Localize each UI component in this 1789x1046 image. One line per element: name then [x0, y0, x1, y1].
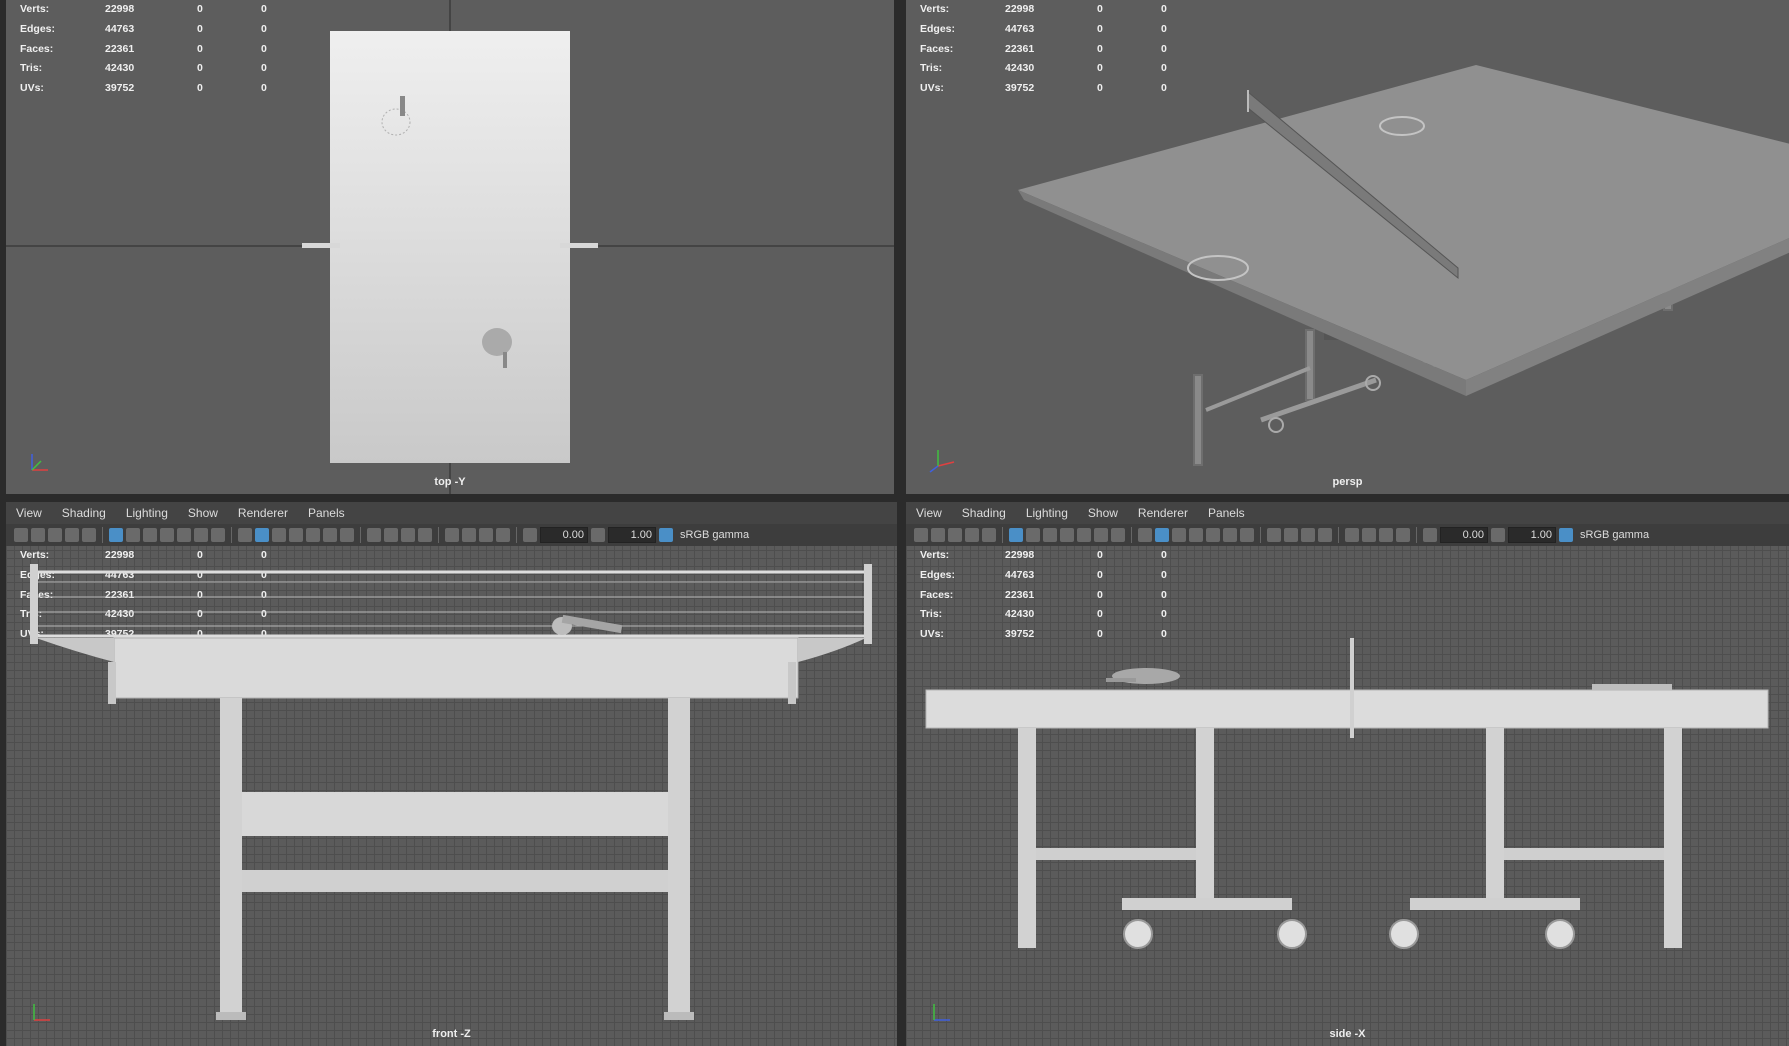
side-paddle-2	[1592, 684, 1672, 690]
front-view-scene	[30, 564, 872, 1020]
side-net-post	[1350, 638, 1354, 738]
viewport-divider-v[interactable]	[897, 0, 906, 1046]
side-view-scene	[925, 638, 1769, 949]
axis-indicator	[33, 1004, 50, 1021]
net-post-right	[560, 243, 598, 248]
front-leg-right	[668, 698, 690, 1016]
front-crossbar-top	[242, 792, 668, 836]
viewport-front[interactable]: View Shading Lighting Show Renderer Pane…	[6, 502, 897, 1046]
axis-indicator	[933, 1004, 950, 1021]
side-table-top	[925, 689, 1769, 729]
viewport-persp[interactable]: Verts: 22998 0 0 Edges: 44763 0 0 Faces: 22361 0…	[906, 0, 1789, 494]
camera-label: persp	[1332, 476, 1363, 488]
front-crossbar-bottom	[242, 870, 668, 892]
axis-indicator	[31, 454, 48, 471]
front-leg-left	[220, 698, 242, 1016]
camera-label: front -Z	[432, 1028, 471, 1040]
paddle-bottom	[482, 328, 512, 356]
camera-label: top -Y	[434, 476, 466, 488]
persp-scene	[1018, 65, 1789, 466]
axis-indicator	[929, 450, 955, 473]
net-post-left	[302, 243, 340, 248]
table-top	[330, 31, 570, 463]
viewport-side[interactable]: View Shading Lighting Show Renderer Pane…	[906, 502, 1789, 1046]
viewport-top[interactable]: Verts: 22998 0 0 Edges: 44763 0 0 Faces: 22361 0…	[6, 0, 894, 494]
viewport-divider-h[interactable]	[0, 494, 1789, 502]
front-table-top	[113, 637, 799, 699]
front-paddle	[561, 614, 623, 634]
camera-label: side -X	[1329, 1028, 1366, 1040]
top-view-scene	[6, 0, 894, 494]
